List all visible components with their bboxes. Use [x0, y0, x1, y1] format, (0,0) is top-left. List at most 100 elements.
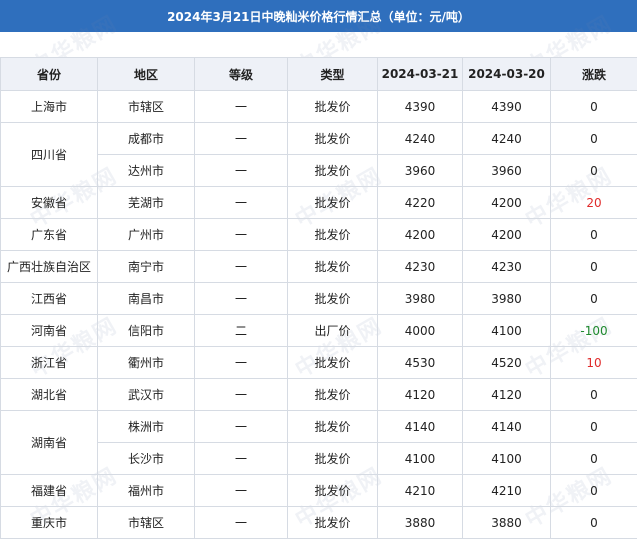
cell-price-previous: 3960 — [462, 154, 551, 187]
cell-change: 0 — [550, 506, 637, 539]
cell-region: 长沙市 — [97, 442, 195, 475]
cell-price-previous: 4240 — [462, 122, 551, 155]
table-row: 重庆市 市辖区一批发价 3880 3880 0 — [0, 506, 637, 539]
cell-price-previous: 4390 — [462, 90, 551, 123]
table-row: 四川省 成都市一批发价 4240 4240 0 — [0, 122, 637, 187]
cell-region: 达州市 — [97, 154, 195, 187]
cell-province: 浙江省 — [0, 346, 98, 379]
cell-grade: 一 — [194, 154, 288, 187]
cell-change: 0 — [550, 378, 637, 411]
cell-region: 芜湖市 — [97, 186, 195, 219]
cell-province: 湖南省 — [0, 410, 98, 475]
cell-region: 株洲市 — [97, 410, 195, 443]
cell-type: 批发价 — [287, 90, 378, 123]
cell-type: 批发价 — [287, 506, 378, 539]
cell-price-current: 3880 — [377, 506, 463, 539]
cell-region: 福州市 — [97, 474, 195, 507]
cell-price-previous: 4210 — [462, 474, 551, 507]
cell-grade: 一 — [194, 186, 288, 219]
cell-province: 上海市 — [0, 90, 98, 123]
cell-change: 10 — [550, 346, 637, 379]
col-header-change: 涨跌 — [550, 57, 637, 91]
table-row: 上海市 市辖区一批发价 4390 4390 0 — [0, 90, 637, 123]
col-header-province: 省份 — [0, 57, 98, 91]
cell-region: 信阳市 — [97, 314, 195, 347]
cell-province: 福建省 — [0, 474, 98, 507]
cell-type: 批发价 — [287, 250, 378, 283]
page: 2024年3月21日中晚籼米价格行情汇总（单位：元/吨） 中华粮网 中华粮网 中华粮… — [0, 0, 637, 543]
cell-price-current: 3980 — [377, 282, 463, 315]
col-header-type: 类型 — [287, 57, 378, 91]
cell-type: 批发价 — [287, 378, 378, 411]
table-row: 江西省 南昌市一批发价 3980 3980 0 — [0, 282, 637, 315]
cell-grade: 一 — [194, 442, 288, 475]
cell-type: 批发价 — [287, 154, 378, 187]
cell-province: 湖北省 — [0, 378, 98, 411]
cell-region: 衢州市 — [97, 346, 195, 379]
cell-type: 批发价 — [287, 410, 378, 443]
cell-province: 江西省 — [0, 282, 98, 315]
cell-type: 批发价 — [287, 442, 378, 475]
cell-type: 批发价 — [287, 186, 378, 219]
cell-price-previous: 4100 — [462, 442, 551, 475]
cell-price-current: 4390 — [377, 90, 463, 123]
cell-change: 0 — [550, 410, 637, 443]
cell-price-previous: 3980 — [462, 282, 551, 315]
cell-change: 0 — [550, 154, 637, 187]
table-header-row: 省份 地区 等级 类型 2024-03-21 2024-03-20 涨跌 — [0, 57, 637, 91]
cell-change: 0 — [550, 474, 637, 507]
cell-region: 广州市 — [97, 218, 195, 251]
cell-price-previous: 4520 — [462, 346, 551, 379]
cell-grade: 一 — [194, 218, 288, 251]
cell-grade: 一 — [194, 378, 288, 411]
cell-change: -100 — [550, 314, 637, 347]
cell-price-current: 4100 — [377, 442, 463, 475]
col-header-date-current: 2024-03-21 — [377, 57, 463, 91]
table-row: 安徽省 芜湖市一批发价 4220 4200 20 — [0, 186, 637, 219]
table-row: 广东省 广州市一批发价 4200 4200 0 — [0, 218, 637, 251]
cell-change: 0 — [550, 218, 637, 251]
cell-price-current: 4530 — [377, 346, 463, 379]
cell-province: 河南省 — [0, 314, 98, 347]
cell-price-previous: 4230 — [462, 250, 551, 283]
cell-type: 出厂价 — [287, 314, 378, 347]
cell-province: 安徽省 — [0, 186, 98, 219]
cell-province: 四川省 — [0, 122, 98, 187]
cell-grade: 一 — [194, 122, 288, 155]
cell-grade: 一 — [194, 474, 288, 507]
cell-region: 南昌市 — [97, 282, 195, 315]
cell-price-current: 3960 — [377, 154, 463, 187]
cell-price-previous: 4200 — [462, 218, 551, 251]
cell-type: 批发价 — [287, 122, 378, 155]
cell-price-current: 4120 — [377, 378, 463, 411]
cell-price-current: 4200 — [377, 218, 463, 251]
cell-grade: 一 — [194, 506, 288, 539]
cell-type: 批发价 — [287, 474, 378, 507]
table-row: 广西壮族自治区 南宁市一批发价 4230 4230 0 — [0, 250, 637, 283]
cell-price-previous: 4120 — [462, 378, 551, 411]
cell-grade: 一 — [194, 410, 288, 443]
table-row: 河南省 信阳市二出厂价 4000 4100 -100 — [0, 314, 637, 347]
table-row: 湖南省 株洲市一批发价 4140 4140 0 — [0, 410, 637, 475]
cell-grade: 一 — [194, 346, 288, 379]
cell-type: 批发价 — [287, 346, 378, 379]
cell-price-current: 4230 — [377, 250, 463, 283]
cell-price-current: 4210 — [377, 474, 463, 507]
col-header-date-previous: 2024-03-20 — [462, 57, 551, 91]
cell-province: 重庆市 — [0, 506, 98, 539]
cell-province: 广东省 — [0, 218, 98, 251]
table-title: 2024年3月21日中晚籼米价格行情汇总（单位：元/吨） — [0, 0, 637, 32]
cell-price-current: 4140 — [377, 410, 463, 443]
price-table: 省份 地区 等级 类型 2024-03-21 2024-03-20 涨跌 上海市… — [0, 57, 637, 539]
cell-region: 成都市 — [97, 122, 195, 155]
cell-grade: 一 — [194, 90, 288, 123]
cell-price-previous: 4140 — [462, 410, 551, 443]
cell-region: 武汉市 — [97, 378, 195, 411]
cell-change: 0 — [550, 250, 637, 283]
cell-grade: 二 — [194, 314, 288, 347]
cell-price-previous: 4100 — [462, 314, 551, 347]
col-header-region: 地区 — [97, 57, 195, 91]
cell-change: 0 — [550, 90, 637, 123]
cell-province: 广西壮族自治区 — [0, 250, 98, 283]
cell-price-previous: 3880 — [462, 506, 551, 539]
